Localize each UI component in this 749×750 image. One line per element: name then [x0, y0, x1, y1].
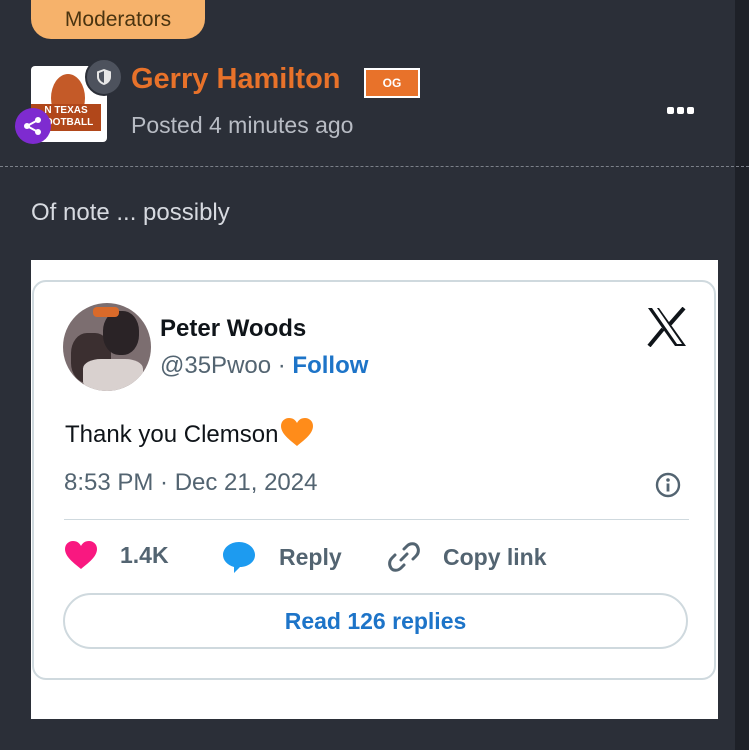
heart-icon [65, 541, 97, 569]
handle-separator: · [271, 352, 293, 379]
link-icon [388, 542, 420, 572]
tweet-author-name[interactable]: Peter Woods [160, 315, 306, 343]
copy-link-action[interactable]: Copy link [387, 540, 547, 574]
tweet-embed: Peter Woods @35Pwoo · Follow Thank you C… [31, 260, 718, 719]
tweet-author-avatar[interactable] [63, 303, 151, 391]
tweet-card[interactable]: Peter Woods @35Pwoo · Follow Thank you C… [32, 280, 716, 680]
avatar-shape [103, 311, 139, 355]
reply-label: Reply [279, 543, 342, 570]
tweet-handle[interactable]: @35Pwoo [160, 352, 271, 379]
orange-heart-emoji [281, 418, 314, 446]
follow-link[interactable]: Follow [292, 352, 368, 379]
share-icon[interactable] [15, 108, 51, 144]
reply-action[interactable]: Reply [221, 540, 342, 574]
author-name[interactable]: Gerry Hamilton [131, 63, 341, 96]
shield-icon [85, 58, 123, 96]
more-dot [686, 106, 694, 114]
posted-time: Posted 4 minutes ago [131, 112, 354, 138]
og-rank-badge: OG [364, 68, 420, 98]
reply-bubble-icon [223, 542, 255, 573]
post-divider [0, 166, 749, 167]
tweet-text: Thank you Clemson [65, 421, 279, 448]
info-icon[interactable] [654, 471, 682, 499]
read-replies-button[interactable]: Read 126 replies [63, 593, 688, 649]
tweet-separator [64, 519, 689, 520]
like-count: 1.4K [120, 541, 169, 568]
avatar-shape [83, 359, 143, 391]
page-edge [735, 0, 749, 750]
x-logo-icon[interactable] [646, 307, 688, 347]
more-dot [676, 106, 684, 114]
more-options-icon[interactable] [662, 102, 698, 118]
more-dot [666, 106, 674, 114]
moderators-badge: Moderators [31, 0, 205, 39]
tweet-timestamp[interactable]: 8:53 PM · Dec 21, 2024 [64, 469, 317, 497]
like-action[interactable]: 1.4K [64, 540, 169, 570]
tweet-text-row: Thank you Clemson [65, 417, 314, 449]
copy-link-label: Copy link [443, 543, 547, 570]
tweet-handle-row: @35Pwoo · Follow [160, 352, 368, 380]
post-body-text: Of note ... possibly [31, 199, 230, 226]
avatar-shape [93, 307, 119, 317]
